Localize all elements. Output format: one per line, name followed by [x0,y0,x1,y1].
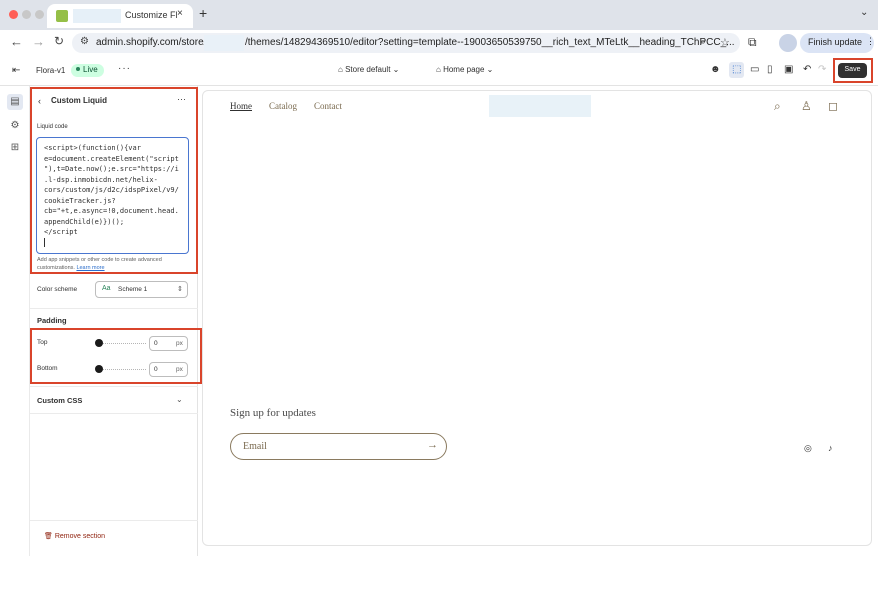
url-host: admin.shopify.com/store/ [96,37,207,48]
theme-name: Flora-v1 [36,66,66,75]
chevron-down-icon: ⌄ [390,65,400,74]
newsletter-email-input[interactable]: Email → [230,433,447,460]
divider [30,308,198,309]
window-close-control[interactable] [9,10,18,19]
zoom-icon[interactable]: ⌕ [700,36,706,49]
desktop-view-icon[interactable]: ▭ [750,64,759,75]
sidekick-icon[interactable]: ☻ [710,64,721,75]
newsletter-heading: Sign up for updates [230,407,316,419]
window-minimize-control[interactable] [22,10,31,19]
search-icon[interactable]: ⌕ [774,99,781,114]
reload-icon[interactable]: ↻ [54,34,64,48]
tiktok-icon[interactable]: ♪ [828,443,833,453]
extensions-puzzle-icon[interactable]: ⧉ [748,35,757,50]
instagram-icon[interactable]: ◎ [804,443,812,454]
color-scheme-value: Scheme 1 [118,286,148,293]
chevron-down-icon[interactable]: ⌄ [176,395,183,404]
padding-heading: Padding [37,316,67,325]
divider [30,413,198,414]
inspector-cursor-icon[interactable]: ⬚ [732,64,741,75]
redacted-region [73,9,121,23]
divider [30,386,198,387]
save-highlight: Save [833,58,873,83]
store-logo[interactable] [489,95,591,117]
section-settings-panel: ‹ Custom Liquid ··· Liquid code <script>… [30,86,202,556]
color-scheme-select[interactable]: Aa Scheme 1 ⇕ [95,281,188,298]
store-selector[interactable]: ⌂ Store default ⌄ [338,65,399,74]
bookmark-star-icon[interactable]: ☆ [720,36,730,49]
nav-link-catalog[interactable]: Catalog [269,101,297,111]
redacted-region [204,35,244,51]
editor-top-bar: ⇤ Flora-v1 Live ··· ⌂ Store default ⌄ ⌂ … [0,56,878,86]
nav-link-contact[interactable]: Contact [314,101,342,111]
site-settings-icon[interactable]: ⚙ [80,36,89,47]
store-icon: ⌂ [338,65,346,74]
app-embeds-icon[interactable]: ⊞ [7,140,23,156]
redo-icon[interactable]: ↷ [818,64,826,75]
finish-update-label: Finish update [808,37,863,47]
mobile-view-icon[interactable]: ▯ [767,64,773,75]
browser-tab-bar: Customize Fl × + ⌄ [0,0,878,30]
exit-editor-icon[interactable]: ⇤ [12,65,20,76]
padding-highlight [30,328,202,384]
browser-toolbar: ← → ↻ ⚙ admin.shopify.com/store/ /themes… [0,30,878,56]
browser-menu-icon[interactable]: ⋮ [866,36,875,47]
color-scheme-swatch-icon: Aa [102,285,111,292]
page-selector[interactable]: ⌂ Home page ⌄ [436,65,493,74]
url-path: /themes/148294369510/editor?setting=temp… [245,37,735,48]
editor-rail: ▤ ⚙ ⊞ [0,86,30,556]
theme-settings-gear-icon[interactable]: ⚙ [7,118,23,134]
select-chevron-icon: ⇕ [177,286,183,293]
live-badge-label: Live [83,65,98,74]
fullscreen-view-icon[interactable]: ▣ [784,64,793,75]
profile-avatar[interactable] [779,34,797,52]
live-badge: Live [71,64,104,77]
chevron-down-icon: ⌄ [484,65,494,74]
shopify-favicon-icon [56,10,68,22]
browser-tab[interactable]: Customize Fl × [47,4,193,28]
finish-update-button[interactable]: Finish update ⋮ [800,33,875,53]
tab-search-chevron-icon[interactable]: ⌄ [860,7,868,18]
live-dot-icon [76,67,80,71]
custom-css-toggle[interactable]: Custom CSS [37,396,82,405]
forward-arrow-icon[interactable]: → [32,34,45,49]
save-button[interactable]: Save [838,63,867,78]
remove-section-button[interactable]: 🗑 Remove section [44,532,105,540]
window-zoom-control[interactable] [35,10,44,19]
back-arrow-icon[interactable]: ← [10,34,23,49]
color-scheme-label: Color scheme [37,286,78,293]
undo-icon[interactable]: ↶ [803,64,811,75]
new-tab-button[interactable]: + [199,5,207,21]
tab-close-icon[interactable]: × [177,8,183,19]
tab-title: Customize Fl [125,10,178,20]
store-selector-label: Store default [345,65,391,74]
account-icon[interactable]: ♙ [801,99,812,113]
trash-icon: 🗑 [44,533,55,540]
address-bar[interactable]: ⚙ admin.shopify.com/store/ /themes/14829… [72,33,740,53]
liquid-code-highlight [30,87,198,274]
page-selector-label: Home page [443,65,485,74]
home-icon: ⌂ [436,65,444,74]
cart-icon[interactable]: ◻ [828,99,838,113]
email-placeholder: Email [243,441,267,452]
subscribe-arrow-icon[interactable]: → [427,439,438,451]
remove-section-label: Remove section [54,533,106,540]
storefront-preview: Home Catalog Contact ⌕ ♙ ◻ Sign up for u… [202,90,872,546]
sections-icon[interactable]: ▤ [7,94,23,110]
divider [30,520,198,521]
theme-actions-button[interactable]: ··· [118,63,131,74]
nav-link-home[interactable]: Home [230,101,252,111]
